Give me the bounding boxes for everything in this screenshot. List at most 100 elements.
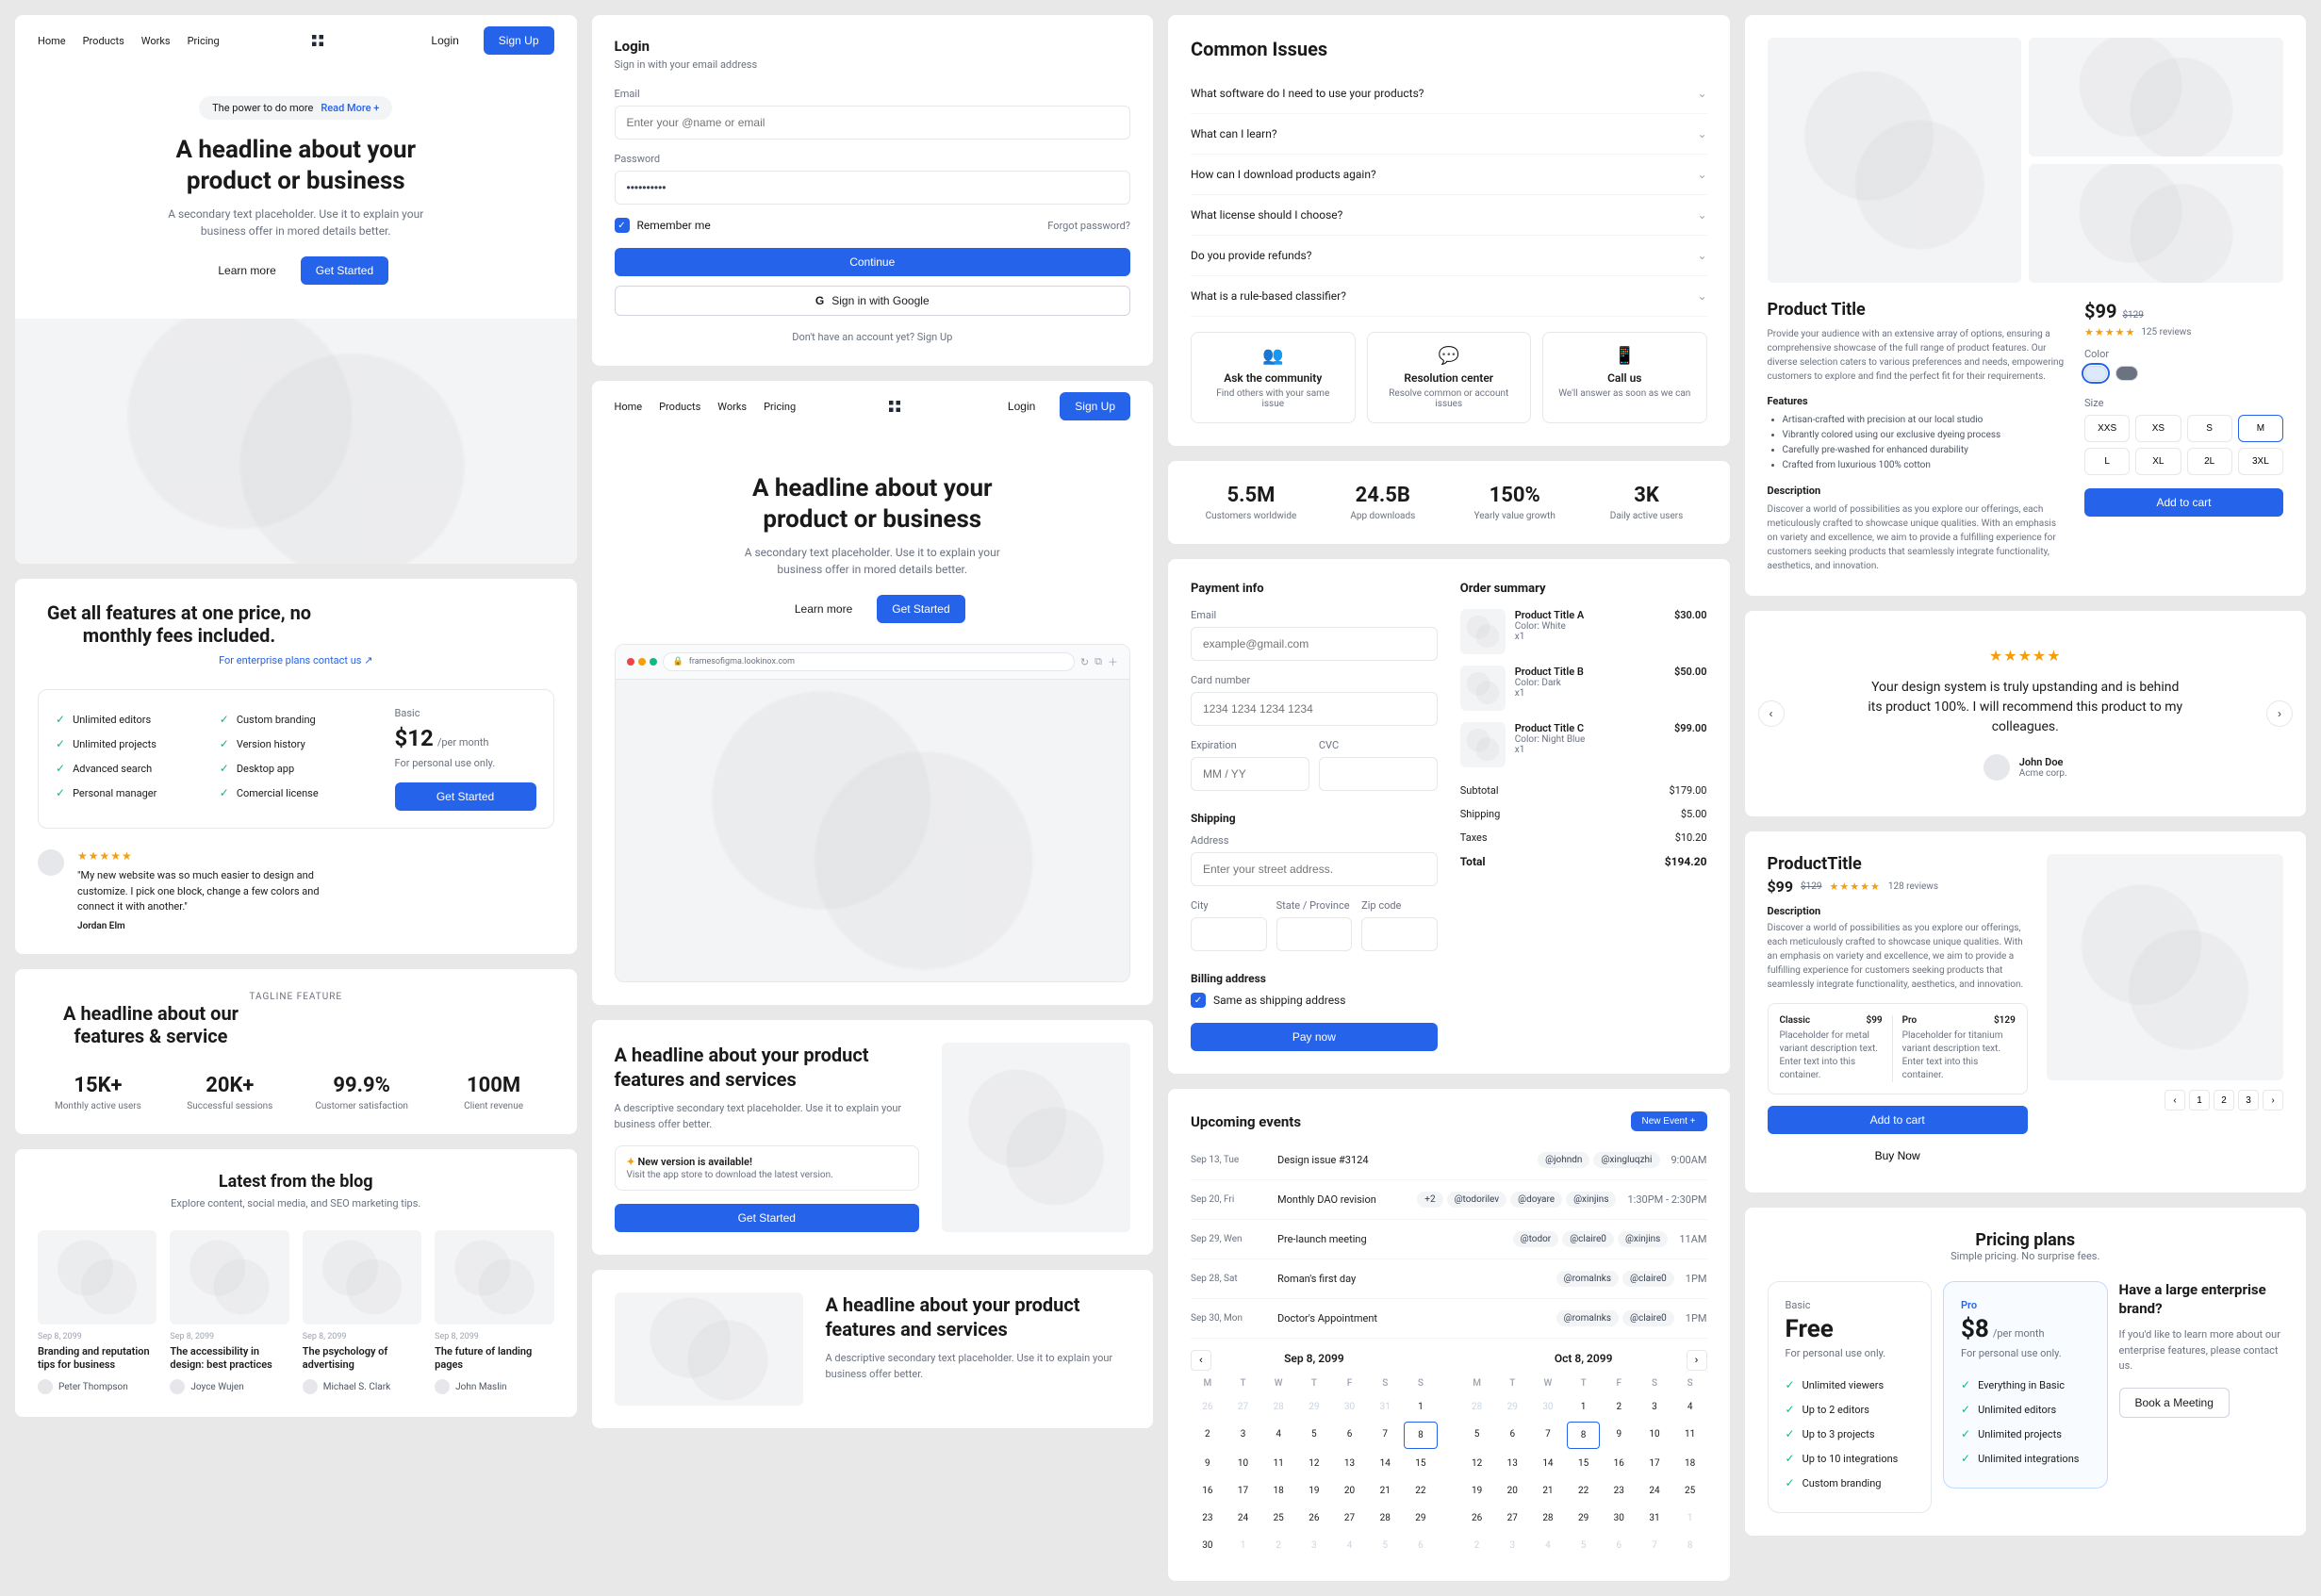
promo-pill[interactable]: The power to do more Read More + — [199, 96, 392, 120]
cal-day[interactable]: 15 — [1567, 1451, 1601, 1476]
cal-day[interactable]: 31 — [1368, 1394, 1402, 1420]
nav-home[interactable]: Home — [38, 35, 66, 47]
cal-next-button[interactable]: › — [1687, 1350, 1707, 1371]
expiry-input[interactable] — [1191, 757, 1309, 791]
blog-post[interactable]: Sep 8, 2099Branding and reputation tips … — [38, 1230, 156, 1395]
cal-day[interactable]: 5 — [1368, 1533, 1402, 1558]
add-to-cart-button[interactable]: Add to cart — [1768, 1106, 2028, 1134]
nav-products[interactable]: Products — [83, 35, 124, 47]
testimonial-next-button[interactable]: › — [2266, 700, 2293, 727]
cal-day[interactable]: 14 — [1368, 1451, 1402, 1476]
cal-day[interactable]: 26 — [1297, 1506, 1331, 1531]
cal-day[interactable]: 8 — [1673, 1533, 1707, 1558]
cal-day[interactable]: 16 — [1602, 1451, 1636, 1476]
faq-item[interactable]: What software do I need to use your prod… — [1191, 74, 1707, 114]
cal-day[interactable]: 8 — [1404, 1422, 1438, 1449]
cal-day[interactable]: 27 — [1495, 1506, 1529, 1531]
cal-day[interactable]: 2 — [1191, 1422, 1225, 1449]
cal-day[interactable]: 13 — [1495, 1451, 1529, 1476]
cal-day[interactable]: 19 — [1297, 1478, 1331, 1504]
testimonial-prev-button[interactable]: ‹ — [1758, 700, 1785, 727]
cal-day[interactable]: 13 — [1333, 1451, 1367, 1476]
enterprise-link[interactable]: For enterprise plans contact us ↗ — [38, 654, 554, 666]
help-card[interactable]: 📱Call usWe'll answer as soon as we can — [1542, 332, 1707, 423]
cal-day[interactable]: 26 — [1460, 1506, 1494, 1531]
nav-works[interactable]: Works — [717, 401, 747, 413]
city-input[interactable] — [1191, 917, 1267, 951]
cal-day[interactable]: 7 — [1531, 1422, 1565, 1449]
cal-day[interactable]: 28 — [1368, 1506, 1402, 1531]
zip-input[interactable] — [1361, 917, 1438, 951]
cal-day[interactable]: 24 — [1226, 1506, 1260, 1531]
cal-day[interactable]: 29 — [1297, 1394, 1331, 1420]
cal-day[interactable]: 5 — [1460, 1422, 1494, 1449]
cal-day[interactable]: 16 — [1191, 1478, 1225, 1504]
product-main-image[interactable] — [1768, 38, 2022, 283]
cal-day[interactable]: 2 — [1261, 1533, 1295, 1558]
cal-day[interactable]: 17 — [1226, 1478, 1260, 1504]
password-input[interactable] — [615, 171, 1131, 205]
cal-day[interactable]: 19 — [1460, 1478, 1494, 1504]
login-button[interactable]: Login — [416, 26, 473, 55]
size-option[interactable]: L — [2084, 448, 2130, 475]
blog-post[interactable]: Sep 8, 2099The future of landing pagesJo… — [435, 1230, 553, 1395]
cal-day[interactable]: 26 — [1191, 1394, 1225, 1420]
cal-day[interactable]: 10 — [1226, 1451, 1260, 1476]
size-option[interactable]: 3XL — [2238, 448, 2283, 475]
new-event-button[interactable]: New Event + — [1631, 1111, 1707, 1131]
cal-day[interactable]: 2 — [1602, 1394, 1636, 1420]
state-input[interactable] — [1276, 917, 1353, 951]
cal-day[interactable]: 9 — [1191, 1451, 1225, 1476]
cal-day[interactable]: 28 — [1531, 1506, 1565, 1531]
cal-day[interactable]: 4 — [1261, 1422, 1295, 1449]
cal-day[interactable]: 21 — [1531, 1478, 1565, 1504]
cal-day[interactable]: 25 — [1261, 1506, 1295, 1531]
cal-day[interactable]: 28 — [1261, 1394, 1295, 1420]
cal-day[interactable]: 18 — [1673, 1451, 1707, 1476]
size-option[interactable]: M — [2238, 415, 2283, 442]
cal-day[interactable]: 11 — [1261, 1451, 1295, 1476]
size-option[interactable]: XS — [2135, 415, 2181, 442]
cal-day[interactable]: 18 — [1261, 1478, 1295, 1504]
nav-pricing[interactable]: Pricing — [188, 35, 220, 47]
cal-day[interactable]: 14 — [1531, 1451, 1565, 1476]
nav-works[interactable]: Works — [141, 35, 171, 47]
cal-day[interactable]: 8 — [1567, 1422, 1601, 1449]
cal-day[interactable]: 1 — [1567, 1394, 1601, 1420]
cal-day[interactable]: 15 — [1404, 1451, 1438, 1476]
buy-now-button[interactable]: Buy Now — [1768, 1142, 2028, 1170]
cal-day[interactable]: 22 — [1567, 1478, 1601, 1504]
page-prev[interactable]: ‹ — [2165, 1090, 2185, 1111]
size-option[interactable]: XXS — [2084, 415, 2130, 442]
product-thumb[interactable] — [2029, 164, 2283, 283]
email-input[interactable] — [615, 106, 1131, 140]
page-3[interactable]: 3 — [2238, 1090, 2259, 1111]
get-started-button[interactable]: Get Started — [877, 595, 964, 623]
cal-day[interactable]: 1 — [1404, 1394, 1438, 1420]
signup-prompt[interactable]: Don't have an account yet? Sign Up — [615, 331, 1131, 343]
cal-day[interactable]: 22 — [1404, 1478, 1438, 1504]
cvc-input[interactable] — [1319, 757, 1438, 791]
cal-day[interactable]: 21 — [1368, 1478, 1402, 1504]
cal-day[interactable]: 27 — [1226, 1394, 1260, 1420]
cal-day[interactable]: 3 — [1297, 1533, 1331, 1558]
cal-day[interactable]: 31 — [1638, 1506, 1671, 1531]
cal-day[interactable]: 20 — [1333, 1478, 1367, 1504]
cal-day[interactable]: 27 — [1333, 1506, 1367, 1531]
continue-button[interactable]: Continue — [615, 248, 1131, 276]
cal-day[interactable]: 17 — [1638, 1451, 1671, 1476]
plan-cta[interactable]: Get Started — [395, 782, 536, 811]
product-thumb[interactable] — [2029, 38, 2283, 156]
blog-post[interactable]: Sep 8, 2099The psychology of advertising… — [303, 1230, 421, 1395]
cal-day[interactable]: 6 — [1333, 1422, 1367, 1449]
signup-button[interactable]: Sign Up — [1060, 392, 1130, 420]
cal-day[interactable]: 20 — [1495, 1478, 1529, 1504]
add-to-cart-button[interactable]: Add to cart — [2084, 488, 2283, 517]
cal-day[interactable]: 25 — [1673, 1478, 1707, 1504]
remember-checkbox[interactable]: ✓ Remember me — [615, 218, 711, 233]
cal-day[interactable]: 11 — [1673, 1422, 1707, 1449]
faq-item[interactable]: Do you provide refunds?⌄ — [1191, 236, 1707, 276]
event-row[interactable]: Sep 29, WenPre-launch meeting@todor@clai… — [1191, 1220, 1707, 1259]
faq-item[interactable]: What is a rule-based classifier?⌄ — [1191, 276, 1707, 317]
event-row[interactable]: Sep 30, MonDoctor's Appointment@romalnks… — [1191, 1299, 1707, 1339]
